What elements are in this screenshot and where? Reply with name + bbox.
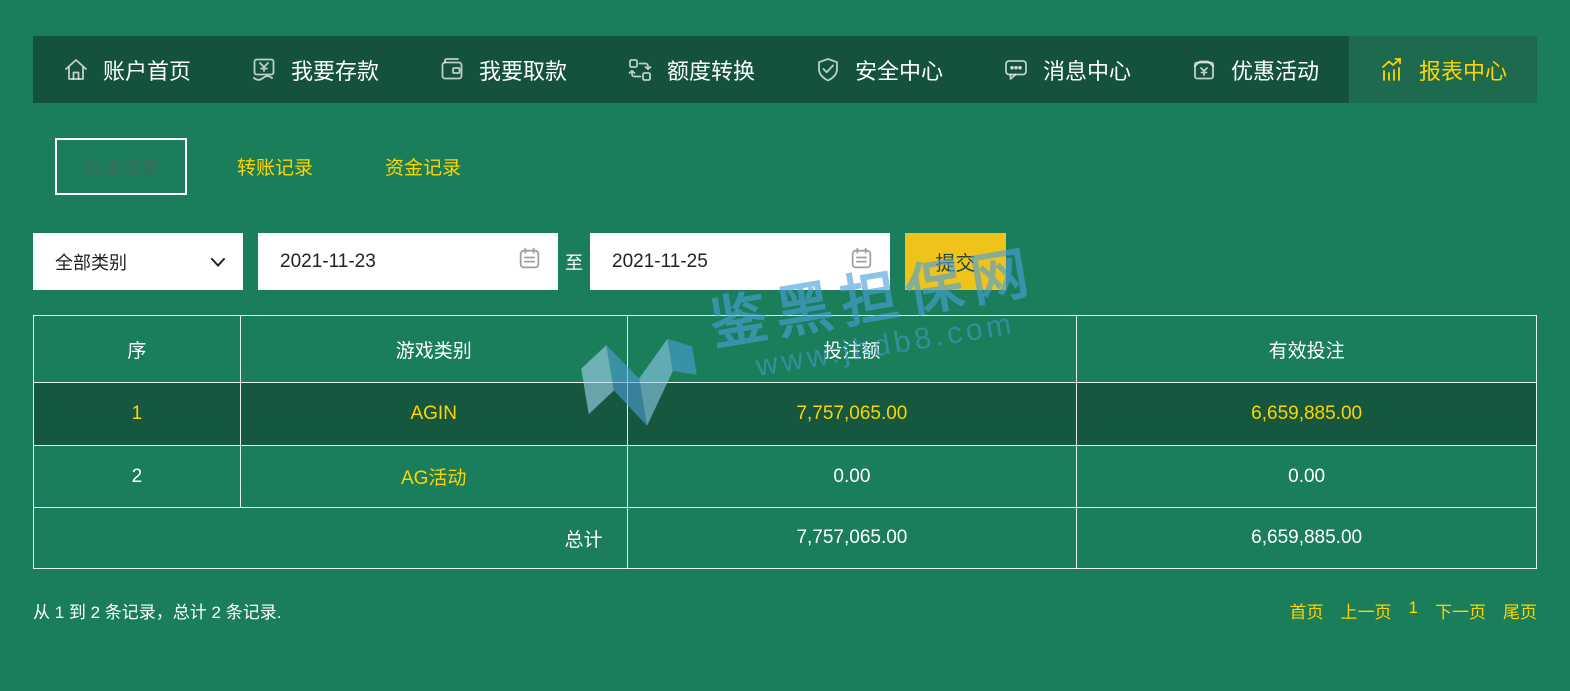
total-valid-bet: 6,659,885.00 — [1076, 507, 1537, 569]
pagination: 首页 上一页 1 下一页 尾页 — [1290, 598, 1537, 623]
row-bet-amount: 7,757,065.00 — [626, 382, 1078, 446]
category-select-value: 全部类别 — [55, 252, 127, 273]
nav-item-promotions[interactable]: 优惠活动 — [1161, 36, 1349, 103]
pagination-last[interactable]: 尾页 — [1503, 598, 1537, 623]
row-seq: 2 — [33, 445, 241, 508]
nav-label: 账户首页 — [103, 58, 192, 84]
table-row: 2 AG活动 0.00 0.00 — [33, 445, 1537, 508]
row-game-link[interactable]: AG活动 — [239, 445, 628, 508]
home-icon — [61, 56, 91, 84]
nav-item-message-center[interactable]: 消息中心 — [973, 36, 1161, 103]
row-game-link[interactable]: AGIN — [239, 382, 628, 446]
calendar-icon[interactable] — [517, 246, 542, 277]
submit-button[interactable]: 提交 — [905, 233, 1006, 290]
promo-envelope-icon — [1189, 56, 1219, 84]
date-to-input[interactable]: 2021-11-25 — [590, 233, 890, 290]
record-tabs: 投注记录 转账记录 资金记录 — [55, 138, 487, 195]
bet-records-table: 序 游戏类别 投注额 有效投注 1 AGIN 7,757,065.00 6,65… — [33, 315, 1537, 569]
report-center-page: 账户首页 我要存款 我要取款 额度转换 安全中心 消息中心 优惠活动 报表中心 … — [0, 0, 1570, 691]
tab-fund-records[interactable]: 资金记录 — [359, 140, 487, 193]
nav-item-quota-transfer[interactable]: 额度转换 — [597, 36, 785, 103]
tab-transfer-records[interactable]: 转账记录 — [211, 140, 339, 193]
row-valid-bet: 0.00 — [1076, 445, 1537, 508]
deposit-icon — [249, 56, 279, 84]
nav-item-report-center[interactable]: 报表中心 — [1349, 36, 1537, 103]
filter-bar: 全部类别 2021-11-23 至 2021-11-25 提交 — [33, 233, 1006, 290]
category-select[interactable]: 全部类别 — [33, 233, 243, 290]
nav-label: 报表中心 — [1419, 58, 1508, 84]
nav-label: 安全中心 — [855, 58, 944, 84]
nav-item-deposit[interactable]: 我要存款 — [221, 36, 409, 103]
tab-bet-records[interactable]: 投注记录 — [55, 138, 188, 195]
pagination-prev[interactable]: 上一页 — [1341, 598, 1392, 623]
pagination-page-1[interactable]: 1 — [1409, 598, 1418, 623]
calendar-icon[interactable] — [849, 246, 874, 277]
nav-item-account-home[interactable]: 账户首页 — [33, 36, 221, 103]
records-summary: 从 1 到 2 条记录，总计 2 条记录. — [33, 603, 282, 622]
header-game-category: 游戏类别 — [239, 315, 628, 383]
nav-label: 额度转换 — [667, 58, 756, 84]
total-label: 总计 — [33, 507, 628, 569]
header-seq: 序 — [33, 315, 241, 383]
withdraw-icon — [437, 56, 467, 84]
nav-item-withdraw[interactable]: 我要取款 — [409, 36, 597, 103]
nav-item-security-center[interactable]: 安全中心 — [785, 36, 973, 103]
row-valid-bet: 6,659,885.00 — [1076, 382, 1537, 446]
date-from-value: 2021-11-23 — [280, 250, 376, 272]
report-chart-icon — [1377, 56, 1407, 84]
total-bet-amount: 7,757,065.00 — [626, 507, 1078, 569]
row-bet-amount: 0.00 — [626, 445, 1078, 508]
table-footer: 从 1 到 2 条记录，总计 2 条记录. 首页 上一页 1 下一页 尾页 — [33, 598, 1537, 623]
table-row: 1 AGIN 7,757,065.00 6,659,885.00 — [33, 382, 1537, 446]
date-to-value: 2021-11-25 — [612, 250, 708, 272]
header-valid-bet: 有效投注 — [1076, 315, 1537, 383]
chevron-down-icon — [211, 251, 225, 272]
nav-label: 我要存款 — [291, 58, 380, 84]
top-nav: 账户首页 我要存款 我要取款 额度转换 安全中心 消息中心 优惠活动 报表中心 — [33, 36, 1537, 103]
quota-transfer-icon — [625, 56, 655, 84]
date-range-to-label: 至 — [565, 252, 583, 273]
pagination-next[interactable]: 下一页 — [1435, 598, 1486, 623]
date-from-input[interactable]: 2021-11-23 — [258, 233, 558, 290]
security-shield-icon — [813, 56, 843, 84]
message-bubble-icon — [1001, 56, 1031, 84]
pagination-first[interactable]: 首页 — [1290, 598, 1324, 623]
table-total-row: 总计 7,757,065.00 6,659,885.00 — [33, 507, 1537, 569]
row-seq: 1 — [33, 382, 241, 446]
nav-label: 消息中心 — [1043, 58, 1132, 84]
nav-label: 我要取款 — [479, 58, 568, 84]
table-header-row: 序 游戏类别 投注额 有效投注 — [33, 315, 1537, 383]
header-bet-amount: 投注额 — [626, 315, 1078, 383]
nav-label: 优惠活动 — [1231, 58, 1320, 84]
